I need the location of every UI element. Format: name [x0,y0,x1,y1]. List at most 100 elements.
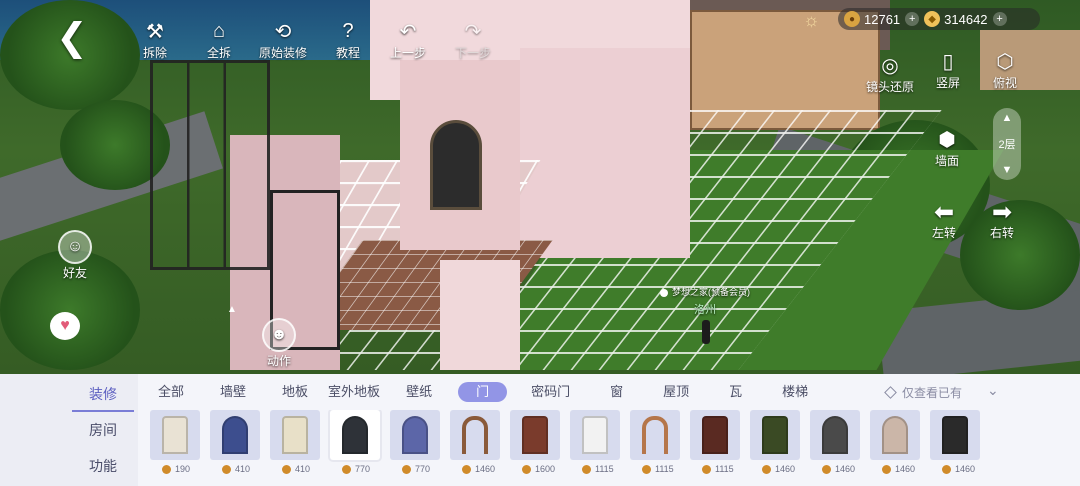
coin-icon [642,464,651,474]
door-item-card[interactable]: 1115 [688,410,748,480]
coin-icon [462,464,471,474]
tab-roof[interactable]: 屋顶 [655,382,697,402]
coin-icon [702,464,711,474]
price-value: 1115 [715,464,734,474]
door-thumbnail[interactable] [450,410,500,460]
tab-all[interactable]: 全部 [150,382,192,402]
expand-chevron-icon[interactable]: ⌄ [987,382,999,399]
tab-wallpaper[interactable]: 壁纸 [398,382,440,402]
coin-icon [282,464,291,474]
price-value: 1460 [775,464,796,474]
tab-outdoor-floor[interactable]: 室外地板 [320,382,388,402]
door-item-card[interactable]: 410 [268,410,328,480]
door-item-card[interactable]: 770 [328,410,388,480]
door-item-card[interactable]: 410 [208,410,268,480]
price-value: 1460 [475,464,496,474]
floor-down-icon[interactable]: ▼ [1002,164,1013,176]
item-price: 190 [162,464,208,474]
tab-password-door[interactable]: 密码门 [523,382,578,402]
door-thumbnail[interactable] [330,410,380,460]
tab-wall[interactable]: 墙壁 [212,382,254,402]
add-star-button[interactable]: + [992,12,1007,26]
price-value: 770 [355,464,371,474]
menu-item-room[interactable]: 房间 [72,420,134,440]
owned-only-filter[interactable]: 仅查看已有 [884,384,962,401]
tutorial-label: 教程 [335,46,360,60]
door-thumbnail[interactable] [210,410,260,460]
portrait-mode-button[interactable]: ▯ 竖屏 [935,48,961,91]
question-book-icon: ? [342,19,354,42]
door-thumbnail[interactable] [510,410,560,460]
building-right-wall[interactable] [520,48,690,258]
door-item-card[interactable]: 1460 [748,410,808,480]
item-price: 410 [222,464,268,474]
emoji-button[interactable]: ♥ [50,312,80,340]
original-decor-button[interactable]: ⟲ 原始装修 [259,18,307,61]
collapse-arrow-icon[interactable]: ▲ [222,304,242,318]
door-icon [702,416,728,454]
door-thumbnail[interactable] [630,410,680,460]
wall-label: 墙面 [934,154,959,168]
door-thumbnail[interactable] [390,410,440,460]
building-front-wall[interactable] [440,260,520,370]
rotate-left-button[interactable]: ⬅ 左转 [932,201,956,241]
reset-camera-button[interactable]: ◎ 镜头还原 [866,52,914,95]
item-price: 1460 [462,464,508,474]
door-item-card[interactable]: 1460 [448,410,508,480]
tab-window[interactable]: 窗 [602,382,631,402]
menu-item-function[interactable]: 功能 [72,456,134,476]
menu-item-decorate[interactable]: 装修 [72,384,134,412]
door-thumbnail[interactable] [870,410,920,460]
undo-button[interactable]: ↶ 上一步 [390,18,426,61]
top-view-button[interactable]: ⬡ 俯视 [992,48,1018,91]
coin-icon [222,464,231,474]
tab-tile[interactable]: 瓦 [721,382,750,402]
floor-up-icon[interactable]: ▲ [1002,112,1013,124]
tutorial-button[interactable]: ? 教程 [335,18,361,61]
door-thumbnail[interactable] [930,410,980,460]
redo-label: 下一步 [455,46,492,60]
door-thumbnail[interactable] [810,410,860,460]
door-item-card[interactable]: 1600 [508,410,568,480]
door-item-card[interactable]: 190 [148,410,208,480]
door-icon [822,416,848,454]
friends-button[interactable]: ☺ 好友 [58,230,92,281]
door-item-card[interactable]: 1115 [628,410,688,480]
demolish-all-button[interactable]: ⌂ 全拆 [206,18,232,61]
door-thumbnail[interactable] [270,410,320,460]
placed-door[interactable] [430,120,482,210]
house-name-tag: 梦想之家(预备会员) 洛州 [660,285,750,317]
door-thumbnail[interactable] [150,410,200,460]
tab-door[interactable]: 门 [458,382,508,402]
subcategory-tabs: 全部 墙壁 地板 室外地板 壁纸 门 密码门 窗 屋顶 瓦 楼梯 [150,382,816,402]
glass-window-frame[interactable] [150,60,270,270]
door-item-card[interactable]: 1460 [868,410,928,480]
door-thumbnail[interactable] [570,410,620,460]
gold-amount: 12761 [864,11,901,27]
tab-floor[interactable]: 地板 [274,382,316,402]
tab-stairs[interactable]: 楼梯 [774,382,816,402]
door-thumbnail[interactable] [750,410,800,460]
action-button[interactable]: ☻ 动作 [262,318,296,369]
add-gold-button[interactable]: + [905,12,920,26]
portrait-label: 竖屏 [935,76,960,90]
rotate-right-button[interactable]: ➡ 右转 [990,201,1014,241]
door-item-card[interactable]: 1115 [568,410,628,480]
price-value: 770 [415,464,431,474]
player-character[interactable] [702,320,710,344]
action-label: 动作 [266,354,291,368]
checkbox-diamond-icon[interactable] [884,386,897,399]
demolish-button[interactable]: ⚒ 拆除 [142,18,168,61]
door-thumbnail[interactable] [690,410,740,460]
price-value: 1460 [835,464,856,474]
door-item-card[interactable]: 1460 [808,410,868,480]
item-price: 1460 [882,464,928,474]
back-button[interactable]: ❮ [56,18,88,58]
door-item-card[interactable]: 770 [388,410,448,480]
category-menu: 装修 房间 功能 [0,374,138,486]
door-item-card[interactable]: 1460 [928,410,988,480]
redo-button[interactable]: ↷ 下一步 [455,18,491,61]
door-icon [582,416,608,454]
wall-view-button[interactable]: ⬢ 墙面 [934,126,960,169]
floor-selector[interactable]: ▲ 2层 ▼ [993,108,1021,180]
